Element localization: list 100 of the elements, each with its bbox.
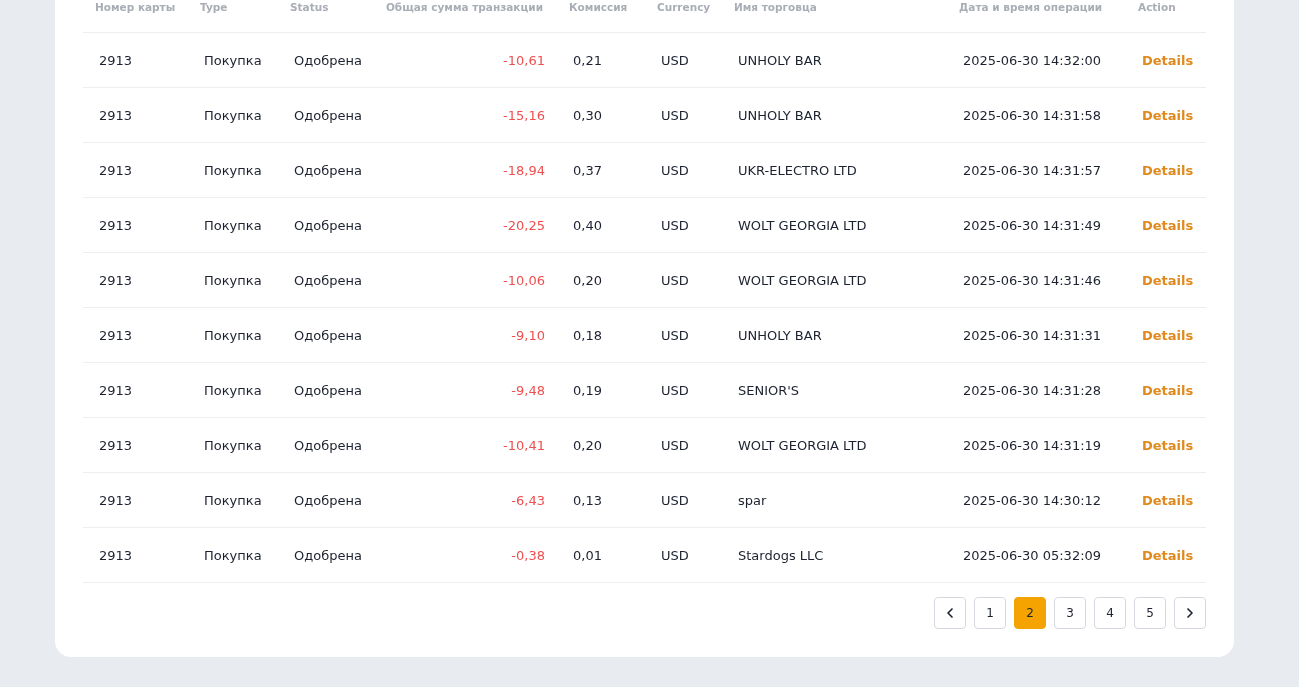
- amount-cell: -9,48: [379, 362, 557, 418]
- table-cell: 2025-06-30 14:32:00: [947, 32, 1126, 88]
- table-cell: 0,20: [557, 252, 645, 308]
- column-header: Имя торговца: [722, 0, 947, 33]
- table-cell: 2913: [83, 362, 188, 418]
- table-cell: 2025-06-30 14:31:28: [947, 362, 1126, 418]
- table-cell: USD: [645, 142, 722, 198]
- column-header: Дата и время операции: [947, 0, 1126, 33]
- details-link[interactable]: Details: [1142, 272, 1194, 288]
- table-cell: 2913: [83, 472, 188, 528]
- table-cell: SENIOR'S: [722, 362, 947, 418]
- amount-cell: -10,61: [379, 32, 557, 88]
- table-cell: 2025-06-30 14:31:46: [947, 252, 1126, 308]
- table-cell: 2025-06-30 14:31:19: [947, 417, 1126, 473]
- table-cell: USD: [645, 32, 722, 88]
- page-button[interactable]: 5: [1134, 597, 1166, 629]
- table-cell: Покупка: [188, 527, 278, 583]
- table-cell: 0,20: [557, 417, 645, 473]
- table-cell: 2025-06-30 14:31:31: [947, 307, 1126, 363]
- table-cell: 2025-06-30 14:31:57: [947, 142, 1126, 198]
- column-header: Action: [1126, 0, 1206, 33]
- table-cell: Одобрена: [278, 307, 379, 363]
- table-cell: Одобрена: [278, 527, 379, 583]
- table-cell: USD: [645, 362, 722, 418]
- details-link[interactable]: Details: [1142, 437, 1194, 453]
- table-cell: Одобрена: [278, 417, 379, 473]
- previous-page-button[interactable]: [934, 597, 966, 629]
- amount-cell: -18,94: [379, 142, 557, 198]
- amount-cell: -20,25: [379, 197, 557, 253]
- table-cell: Покупка: [188, 252, 278, 308]
- table-cell: USD: [645, 472, 722, 528]
- table-cell: UNHOLY BAR: [722, 307, 947, 363]
- table-cell: Одобрена: [278, 252, 379, 308]
- table-cell: Покупка: [188, 307, 278, 363]
- table-cell: 0,13: [557, 472, 645, 528]
- amount-cell: -0,38: [379, 527, 557, 583]
- table-cell: 2913: [83, 197, 188, 253]
- amount-cell: -10,41: [379, 417, 557, 473]
- table-cell: UKR-ELECTRO LTD: [722, 142, 947, 198]
- column-header: Номер карты: [83, 0, 188, 33]
- page-button[interactable]: 3: [1054, 597, 1086, 629]
- table-cell: WOLT GEORGIA LTD: [722, 252, 947, 308]
- details-link[interactable]: Details: [1142, 217, 1194, 233]
- table-cell: UNHOLY BAR: [722, 87, 947, 143]
- table-cell: 0,19: [557, 362, 645, 418]
- table-cell: Одобрена: [278, 197, 379, 253]
- details-link[interactable]: Details: [1142, 382, 1194, 398]
- table-cell: 0,18: [557, 307, 645, 363]
- column-header: Type: [188, 0, 278, 33]
- next-page-button[interactable]: [1174, 597, 1206, 629]
- table-cell: 0,21: [557, 32, 645, 88]
- amount-cell: -15,16: [379, 87, 557, 143]
- table-cell: 0,37: [557, 142, 645, 198]
- table-cell: 2913: [83, 252, 188, 308]
- column-header: Status: [278, 0, 379, 33]
- table-cell: WOLT GEORGIA LTD: [722, 417, 947, 473]
- table-cell: Одобрена: [278, 32, 379, 88]
- table-cell: WOLT GEORGIA LTD: [722, 197, 947, 253]
- table-cell: Покупка: [188, 362, 278, 418]
- table-cell: 2025-06-30 14:31:58: [947, 87, 1126, 143]
- table-cell: 2913: [83, 527, 188, 583]
- table-cell: UNHOLY BAR: [722, 32, 947, 88]
- details-link[interactable]: Details: [1142, 492, 1194, 508]
- page-button[interactable]: 4: [1094, 597, 1126, 629]
- column-header: Общая сумма транзакции: [379, 0, 557, 33]
- details-link[interactable]: Details: [1142, 52, 1194, 68]
- table-cell: 2913: [83, 32, 188, 88]
- table-cell: Одобрена: [278, 472, 379, 528]
- table-cell: 2913: [83, 307, 188, 363]
- table-cell: 2025-06-30 05:32:09: [947, 527, 1126, 583]
- details-link[interactable]: Details: [1142, 107, 1194, 123]
- table-cell: Покупка: [188, 142, 278, 198]
- table-cell: 2913: [83, 417, 188, 473]
- table-cell: Одобрена: [278, 362, 379, 418]
- table-cell: Одобрена: [278, 87, 379, 143]
- table-cell: Покупка: [188, 87, 278, 143]
- details-link[interactable]: Details: [1142, 547, 1194, 563]
- column-header: Currency: [645, 0, 722, 33]
- table-cell: USD: [645, 527, 722, 583]
- details-link[interactable]: Details: [1142, 327, 1194, 343]
- table-cell: 0,01: [557, 527, 645, 583]
- table-cell: 2913: [83, 142, 188, 198]
- table-cell: spar: [722, 472, 947, 528]
- table-cell: Покупка: [188, 417, 278, 473]
- table-cell: Покупка: [188, 32, 278, 88]
- details-link[interactable]: Details: [1142, 162, 1194, 178]
- table-cell: 2025-06-30 14:31:49: [947, 197, 1126, 253]
- table-cell: Stardogs LLC: [722, 527, 947, 583]
- page-button[interactable]: 1: [974, 597, 1006, 629]
- table-cell: 0,40: [557, 197, 645, 253]
- table-cell: USD: [645, 197, 722, 253]
- table-cell: Одобрена: [278, 142, 379, 198]
- table-cell: USD: [645, 252, 722, 308]
- table-cell: USD: [645, 87, 722, 143]
- table-cell: 0,30: [557, 87, 645, 143]
- table-cell: USD: [645, 417, 722, 473]
- amount-cell: -10,06: [379, 252, 557, 308]
- amount-cell: -9,10: [379, 307, 557, 363]
- page-button[interactable]: 2: [1014, 597, 1046, 629]
- amount-cell: -6,43: [379, 472, 557, 528]
